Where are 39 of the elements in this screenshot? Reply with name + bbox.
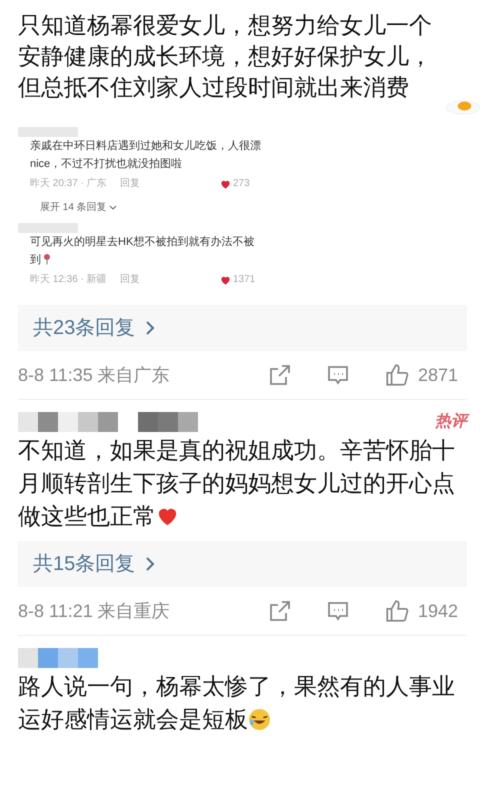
comment-text: 只知道杨幂很爱女儿，想努力给女儿一个	[18, 11, 432, 40]
reply-time: 昨天 12:36 · 新疆	[30, 272, 108, 287]
heart-icon	[220, 274, 231, 286]
like-count: 2871	[418, 364, 458, 386]
chevron-right-icon	[145, 556, 156, 572]
reply-text: 可见再火的明星去HK想不被拍到就有办法不被	[30, 234, 256, 250]
view-replies-button[interactable]: 共15条回复	[18, 541, 467, 587]
heart-icon	[220, 178, 231, 190]
thumbs-up-icon[interactable]	[384, 362, 410, 388]
thumbs-up-icon[interactable]	[384, 598, 410, 624]
comment-text: 运好感情运就会是短板	[18, 705, 248, 734]
reply-text: 亲戚在中环日料店遇到过她和女儿吃饭，人很漂	[30, 138, 262, 154]
comment-text: 月顺转剖生下孩子的妈妈想女儿过的开心点	[18, 469, 455, 498]
share-icon[interactable]	[268, 599, 292, 623]
hot-comment-label: 热评	[435, 410, 467, 434]
reply-link[interactable]: 回复	[120, 271, 220, 289]
comment-text: 做这些也正常	[18, 502, 156, 531]
comment-text: 不知道，如果是真的祝姐成功。辛苦怀胎十	[18, 436, 455, 465]
like-count: 1942	[418, 600, 458, 622]
like-count: 273	[233, 177, 250, 191]
expand-replies-link[interactable]: 展开 14 条回复	[40, 199, 107, 217]
comment-time: 8-8 11:21 来自重庆	[18, 600, 171, 622]
chevron-right-icon	[145, 320, 156, 336]
comment-time: 8-8 11:35 来自广东	[18, 364, 171, 386]
view-replies-button[interactable]: 共23条回复	[18, 305, 467, 351]
rose-icon	[41, 253, 53, 265]
comment-text: 路人说一句，杨幂太惨了，果然有的人事业	[18, 672, 455, 701]
reply-text: 到	[30, 251, 467, 269]
comment-icon[interactable]	[326, 599, 350, 623]
reply-time: 昨天 20:37 · 广东	[30, 176, 108, 191]
comment-icon[interactable]	[326, 363, 350, 387]
comment-text: 安静健康的成长环境，想好好保护女儿，	[18, 42, 432, 71]
reply-text: nice，不过不打扰也就没拍图啦	[30, 157, 184, 172]
chevron-down-icon	[108, 204, 117, 212]
reply-link[interactable]: 回复	[120, 175, 220, 193]
share-icon[interactable]	[268, 363, 292, 387]
laughing-face-icon	[248, 708, 271, 731]
comment-text: 但总抵不住刘家人过段时间就出来消费	[18, 73, 409, 102]
like-count: 1371	[233, 273, 256, 287]
